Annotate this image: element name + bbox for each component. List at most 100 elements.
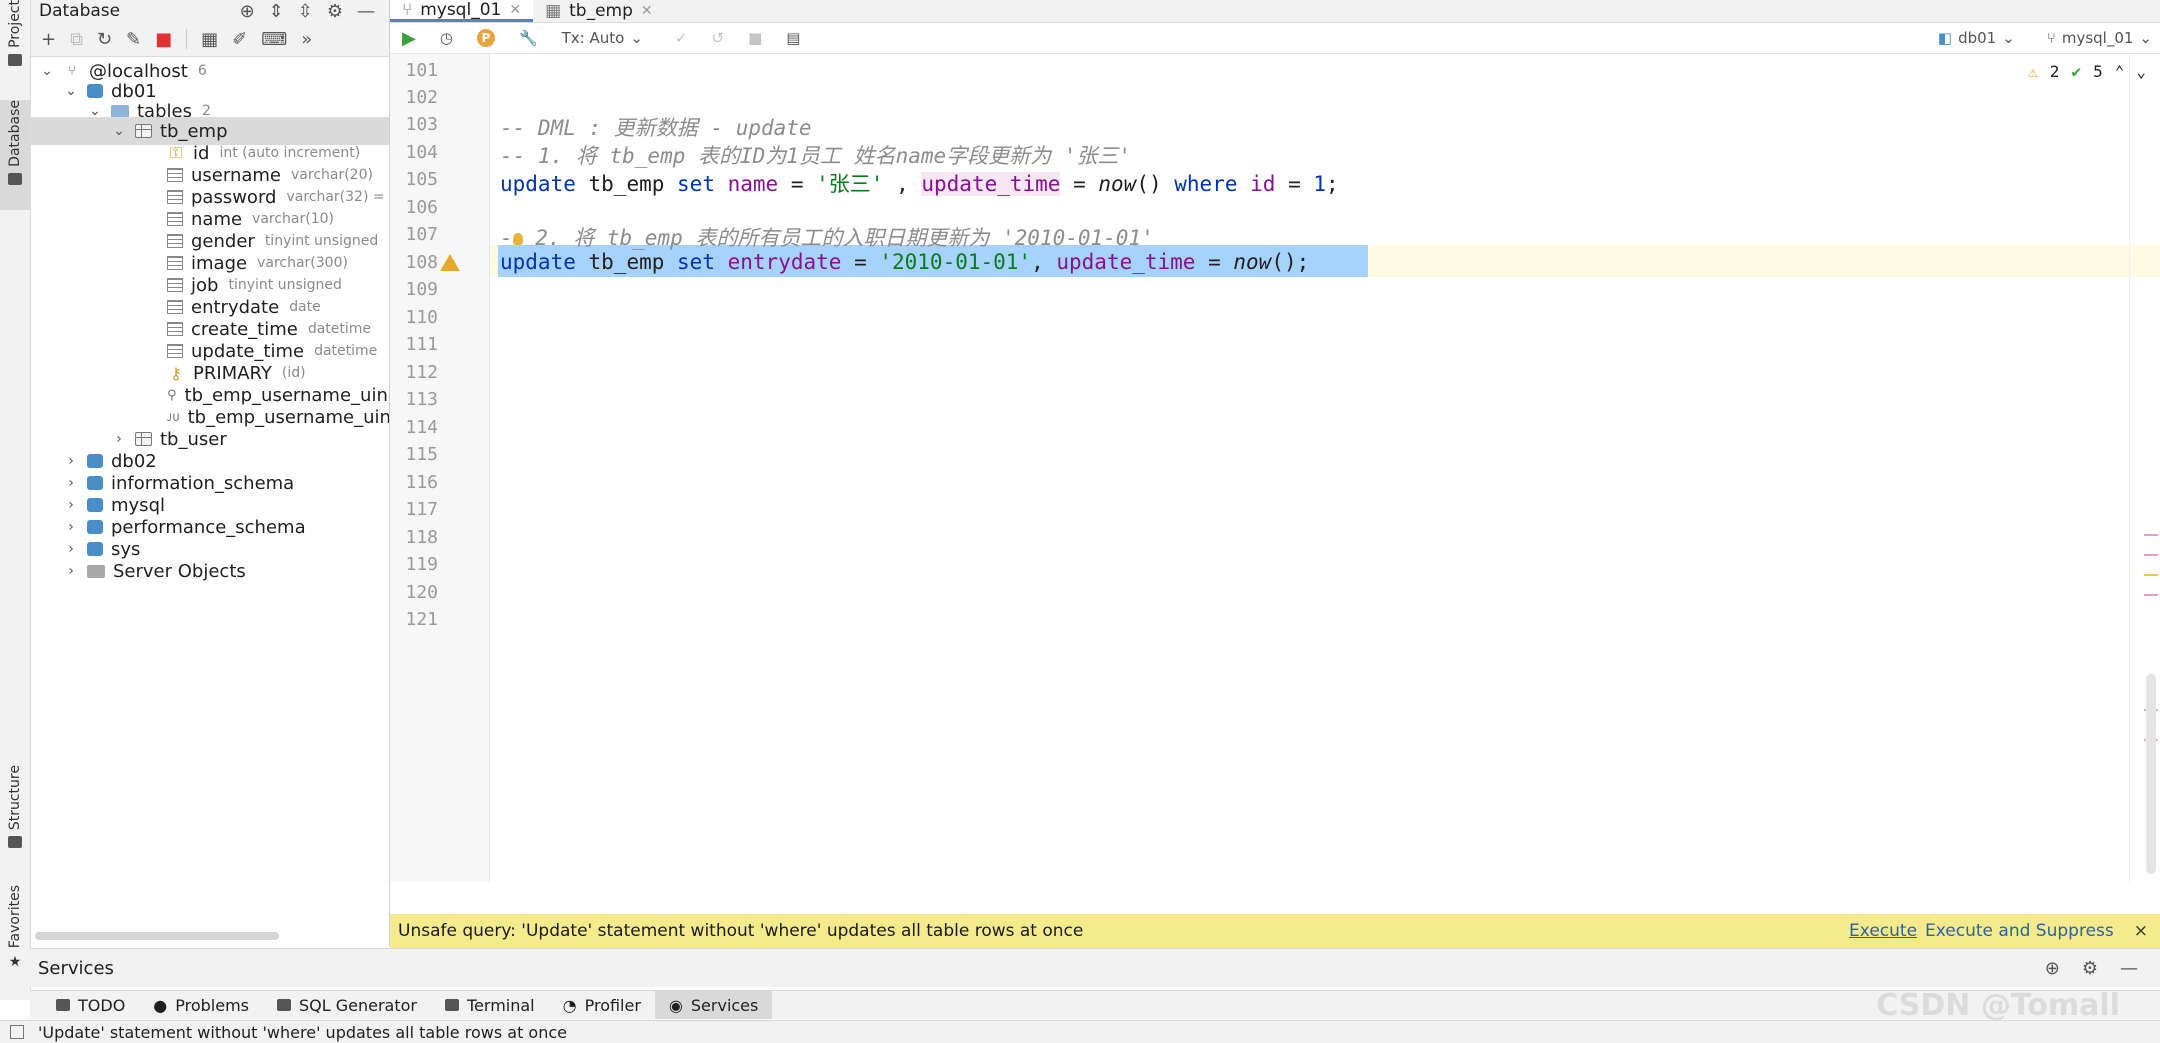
results-layout-icon[interactable]: ▤ xyxy=(786,29,800,47)
index-icon: ᴊᴜ xyxy=(167,409,180,425)
transaction-mode-dropdown[interactable]: Tx: Auto ⌄ xyxy=(562,29,643,47)
add-icon[interactable]: + xyxy=(41,29,56,50)
tab-terminal[interactable]: Terminal xyxy=(431,991,549,1019)
duplicate-icon[interactable]: ⧉ xyxy=(70,29,83,50)
column-icon xyxy=(167,190,183,204)
tree-horizontal-scrollbar[interactable] xyxy=(35,932,279,940)
profiler-icon: ◔ xyxy=(562,995,577,1015)
edit-icon[interactable]: ✐ xyxy=(232,29,247,50)
tab-tb-emp[interactable]: ▦ tb_emp ✕ xyxy=(533,0,665,22)
tab-problems[interactable]: ● Problems xyxy=(139,991,263,1019)
chevron-down-icon[interactable]: ⌄ xyxy=(113,123,125,139)
close-icon[interactable]: ✕ xyxy=(509,2,521,18)
line-number: 104 xyxy=(405,142,438,163)
tab-label: Terminal xyxy=(467,995,535,1015)
error-stripe-mark[interactable] xyxy=(2144,554,2158,556)
schema-icon[interactable]: ✎ xyxy=(126,29,141,50)
lightbulb-icon[interactable] xyxy=(512,233,523,245)
structure-icon xyxy=(8,836,22,849)
column-icon xyxy=(167,168,183,182)
close-icon[interactable]: × xyxy=(2134,921,2148,941)
column-icon xyxy=(167,344,183,358)
chevron-right-icon[interactable]: › xyxy=(65,519,77,535)
chevron-right-icon[interactable]: › xyxy=(65,475,77,491)
expand-all-icon[interactable]: ⇕ xyxy=(269,1,284,22)
locate-icon[interactable]: ⊕ xyxy=(2045,958,2060,979)
tab-profiler[interactable]: ◔ Profiler xyxy=(549,991,655,1019)
tab-label: Profiler xyxy=(584,995,641,1015)
minimize-icon[interactable]: — xyxy=(357,1,375,22)
column-icon xyxy=(167,278,183,292)
chevron-right-icon[interactable]: › xyxy=(65,453,77,469)
tab-sql-generator[interactable]: SQL Generator xyxy=(263,991,431,1019)
star-icon: ★ xyxy=(8,954,22,971)
table-ref: tb_emp xyxy=(588,250,665,274)
schema-selector[interactable]: ◧ db01 ⌄ xyxy=(1938,29,2015,47)
tab-mysql-01[interactable]: ⑂ mysql_01 ✕ xyxy=(390,0,534,22)
services-title: Services xyxy=(38,957,114,979)
project-tool-tab[interactable]: Project xyxy=(0,0,30,80)
status-message: 'Update' statement without 'where' updat… xyxy=(38,1022,567,1042)
column-type: date xyxy=(289,299,321,315)
column-type: varchar(10) xyxy=(252,211,335,227)
sql-console-icon[interactable]: ⌨ xyxy=(261,29,287,50)
line-number: 114 xyxy=(405,417,438,438)
tab-services[interactable]: ◉ Services xyxy=(654,991,773,1019)
explain-plan-icon[interactable]: P xyxy=(476,29,495,47)
line-number: 102 xyxy=(405,87,438,108)
tab-label: Problems xyxy=(175,995,249,1015)
error-stripe-mark[interactable] xyxy=(2144,534,2158,536)
schema-db-icon xyxy=(87,476,103,490)
run-icon[interactable]: ▶ xyxy=(402,28,416,49)
services-panel-header: Services ⊕ ⚙ — xyxy=(30,948,2160,987)
close-icon[interactable]: ✕ xyxy=(641,3,653,19)
datasource-selector[interactable]: ⑂ mysql_01 ⌄ xyxy=(2047,29,2152,47)
chevron-right-icon[interactable]: › xyxy=(65,541,77,557)
column-type: datetime xyxy=(307,321,372,337)
code-line-105: update tb_emp set name = '张三' , update_t… xyxy=(500,172,1339,196)
line-number: 112 xyxy=(405,362,438,383)
execute-link[interactable]: Execute xyxy=(1849,921,1917,941)
chevron-right-icon[interactable]: › xyxy=(65,563,77,579)
history-icon[interactable]: ◷ xyxy=(440,29,453,47)
more-icon[interactable]: » xyxy=(301,29,312,50)
favorites-tool-tab[interactable]: Favorites ★ xyxy=(0,885,30,995)
commit-icon[interactable]: ✓ xyxy=(675,29,688,47)
execute-and-suppress-link[interactable]: Execute and Suppress xyxy=(1925,921,2114,941)
locate-icon[interactable]: ⊕ xyxy=(240,1,255,22)
database-tool-tab[interactable]: Database xyxy=(0,100,30,210)
gear-icon[interactable]: ⚙ xyxy=(327,1,343,22)
editor-scrollbar[interactable] xyxy=(2129,54,2160,882)
gear-icon[interactable]: ⚙ xyxy=(2082,958,2098,979)
tree-node-server-objects[interactable]: › Server Objects xyxy=(31,557,389,585)
line-number: 117 xyxy=(405,499,438,520)
sql-editor[interactable]: -- DML : 更新数据 - update -- 1. 将 tb_emp 表的… xyxy=(490,54,2160,882)
warning-icon[interactable] xyxy=(440,254,460,271)
chevron-up-icon[interactable]: ⌃ xyxy=(2115,62,2125,81)
code-line-104: -- 1. 将 tb_emp 表的ID为1员工 姓名name字段更新为 '张三' xyxy=(500,144,1132,168)
table-view-icon[interactable]: ▦ xyxy=(201,29,218,50)
tab-todo[interactable]: TODO xyxy=(42,991,139,1019)
chevron-right-icon[interactable]: › xyxy=(113,431,125,447)
stop-icon[interactable]: ■ xyxy=(155,29,172,50)
minimize-icon[interactable]: — xyxy=(2120,958,2138,979)
collapse-all-icon[interactable]: ⇳ xyxy=(298,1,313,22)
key-icon: ⚷ xyxy=(170,363,182,383)
cancel-icon[interactable]: ■ xyxy=(748,29,762,47)
schema-db-icon xyxy=(87,520,103,534)
line-number: 103 xyxy=(405,114,438,135)
structure-tool-tab[interactable]: Structure xyxy=(0,765,30,865)
scroll-thumb[interactable] xyxy=(2146,674,2156,874)
unsafe-query-banner: Unsafe query: 'Update' statement without… xyxy=(390,914,2160,948)
table-ref: tb_emp xyxy=(588,172,665,196)
refresh-icon[interactable]: ↻ xyxy=(97,29,112,50)
warning-stripe-mark[interactable] xyxy=(2144,574,2158,576)
column-icon xyxy=(167,300,183,314)
column-icon xyxy=(167,256,183,270)
keyword: set xyxy=(677,250,715,274)
settings-wrench-icon[interactable]: 🔧 xyxy=(519,29,538,47)
error-stripe-mark[interactable] xyxy=(2144,594,2158,596)
chevron-right-icon[interactable]: › xyxy=(65,497,77,513)
tool-windows-icon[interactable] xyxy=(10,1025,24,1039)
rollback-icon[interactable]: ↺ xyxy=(711,29,724,47)
